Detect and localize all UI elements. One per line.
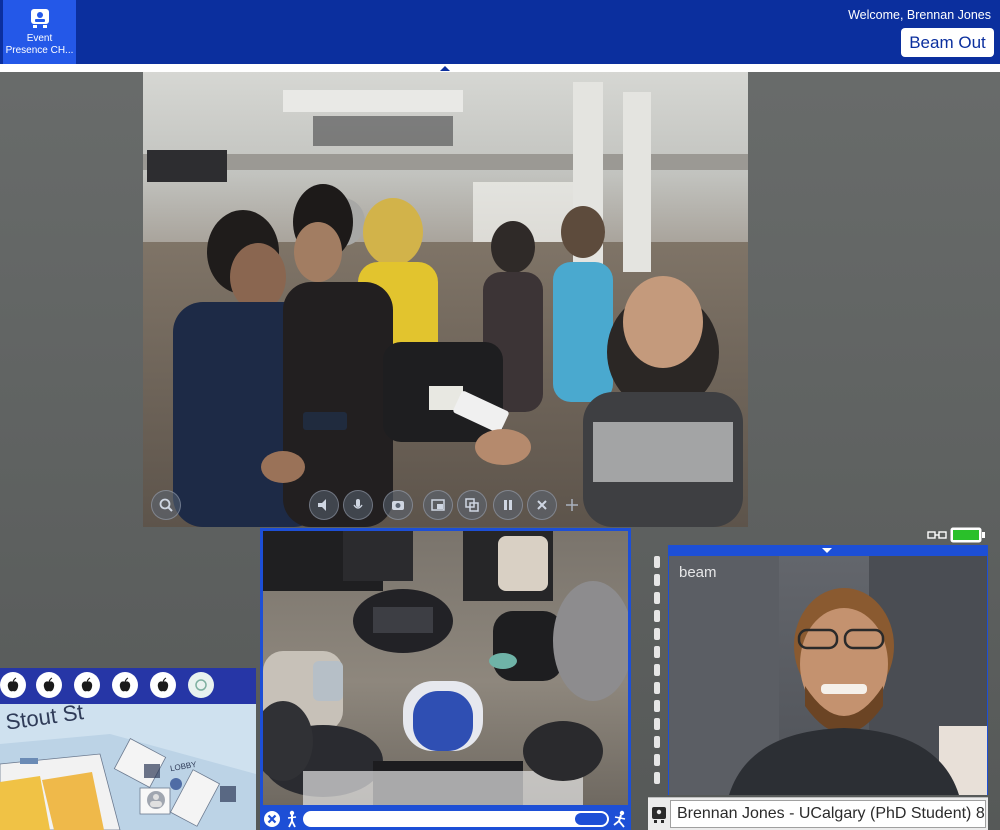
event-presence-app-tile[interactable]: Event Presence CH...	[3, 0, 76, 64]
top-bar: Event Presence CH... Welcome, Brennan Jo…	[0, 0, 1000, 64]
drive-camera-feed[interactable]	[263, 531, 628, 805]
speed-slider[interactable]	[303, 811, 609, 827]
participant-name-bar: Brennan Jones - UCalgary (PhD Student) 8	[648, 797, 988, 830]
apple-icon[interactable]	[112, 672, 138, 698]
floor-map-panel: Stout St LOBBY	[0, 668, 256, 830]
self-view-frame: beam	[668, 545, 988, 795]
layers-icon[interactable]	[457, 490, 487, 520]
microphone-icon[interactable]	[343, 490, 373, 520]
apple-icon[interactable]	[0, 672, 26, 698]
pause-icon[interactable]	[493, 490, 523, 520]
apple-icon[interactable]	[36, 672, 62, 698]
beam-watermark: beam	[679, 564, 717, 581]
self-video-feed[interactable]: beam	[669, 556, 987, 795]
network-icon	[927, 531, 947, 539]
location-pin-icon[interactable]	[188, 672, 214, 698]
move-icon[interactable]	[557, 490, 587, 520]
run-fast-icon[interactable]	[612, 810, 628, 828]
battery-icon	[950, 527, 985, 543]
video-controls-bar	[143, 486, 748, 526]
beam-out-button[interactable]: Beam Out	[901, 28, 994, 57]
speaker-icon[interactable]	[309, 490, 339, 520]
welcome-text: Welcome, Brennan Jones	[848, 8, 991, 22]
video-scene-people	[143, 82, 748, 527]
volume-slider[interactable]	[652, 556, 662, 796]
apple-icon[interactable]	[74, 672, 100, 698]
drive-control-bar	[260, 808, 631, 830]
robot-small-icon	[652, 807, 666, 823]
remote-video-feed[interactable]	[143, 72, 748, 527]
camera-icon[interactable]	[383, 490, 413, 520]
header-divider	[0, 64, 1000, 72]
apple-icon[interactable]	[150, 672, 176, 698]
app-label-line2: Presence CH...	[5, 45, 74, 56]
speed-slider-knob[interactable]	[575, 813, 607, 825]
map-toolbar	[0, 672, 256, 702]
mute-icon[interactable]	[527, 490, 557, 520]
picture-in-picture-icon[interactable]	[423, 490, 453, 520]
drive-camera-frame	[260, 528, 631, 808]
self-video-scene	[669, 556, 987, 795]
collapse-caret-icon[interactable]	[440, 66, 450, 71]
self-view-collapse-caret-icon[interactable]	[822, 548, 832, 553]
floor-map[interactable]: Stout St LOBBY	[0, 699, 256, 830]
participant-name-field[interactable]: Brennan Jones - UCalgary (PhD Student) 8	[670, 800, 986, 828]
connection-status	[927, 527, 987, 543]
close-icon[interactable]	[263, 810, 281, 828]
drive-camera-scene	[263, 531, 628, 805]
walk-slow-icon[interactable]	[285, 810, 299, 828]
search-icon[interactable]	[151, 490, 181, 520]
app-label-line1: Event	[26, 33, 53, 44]
robot-icon	[30, 9, 49, 28]
